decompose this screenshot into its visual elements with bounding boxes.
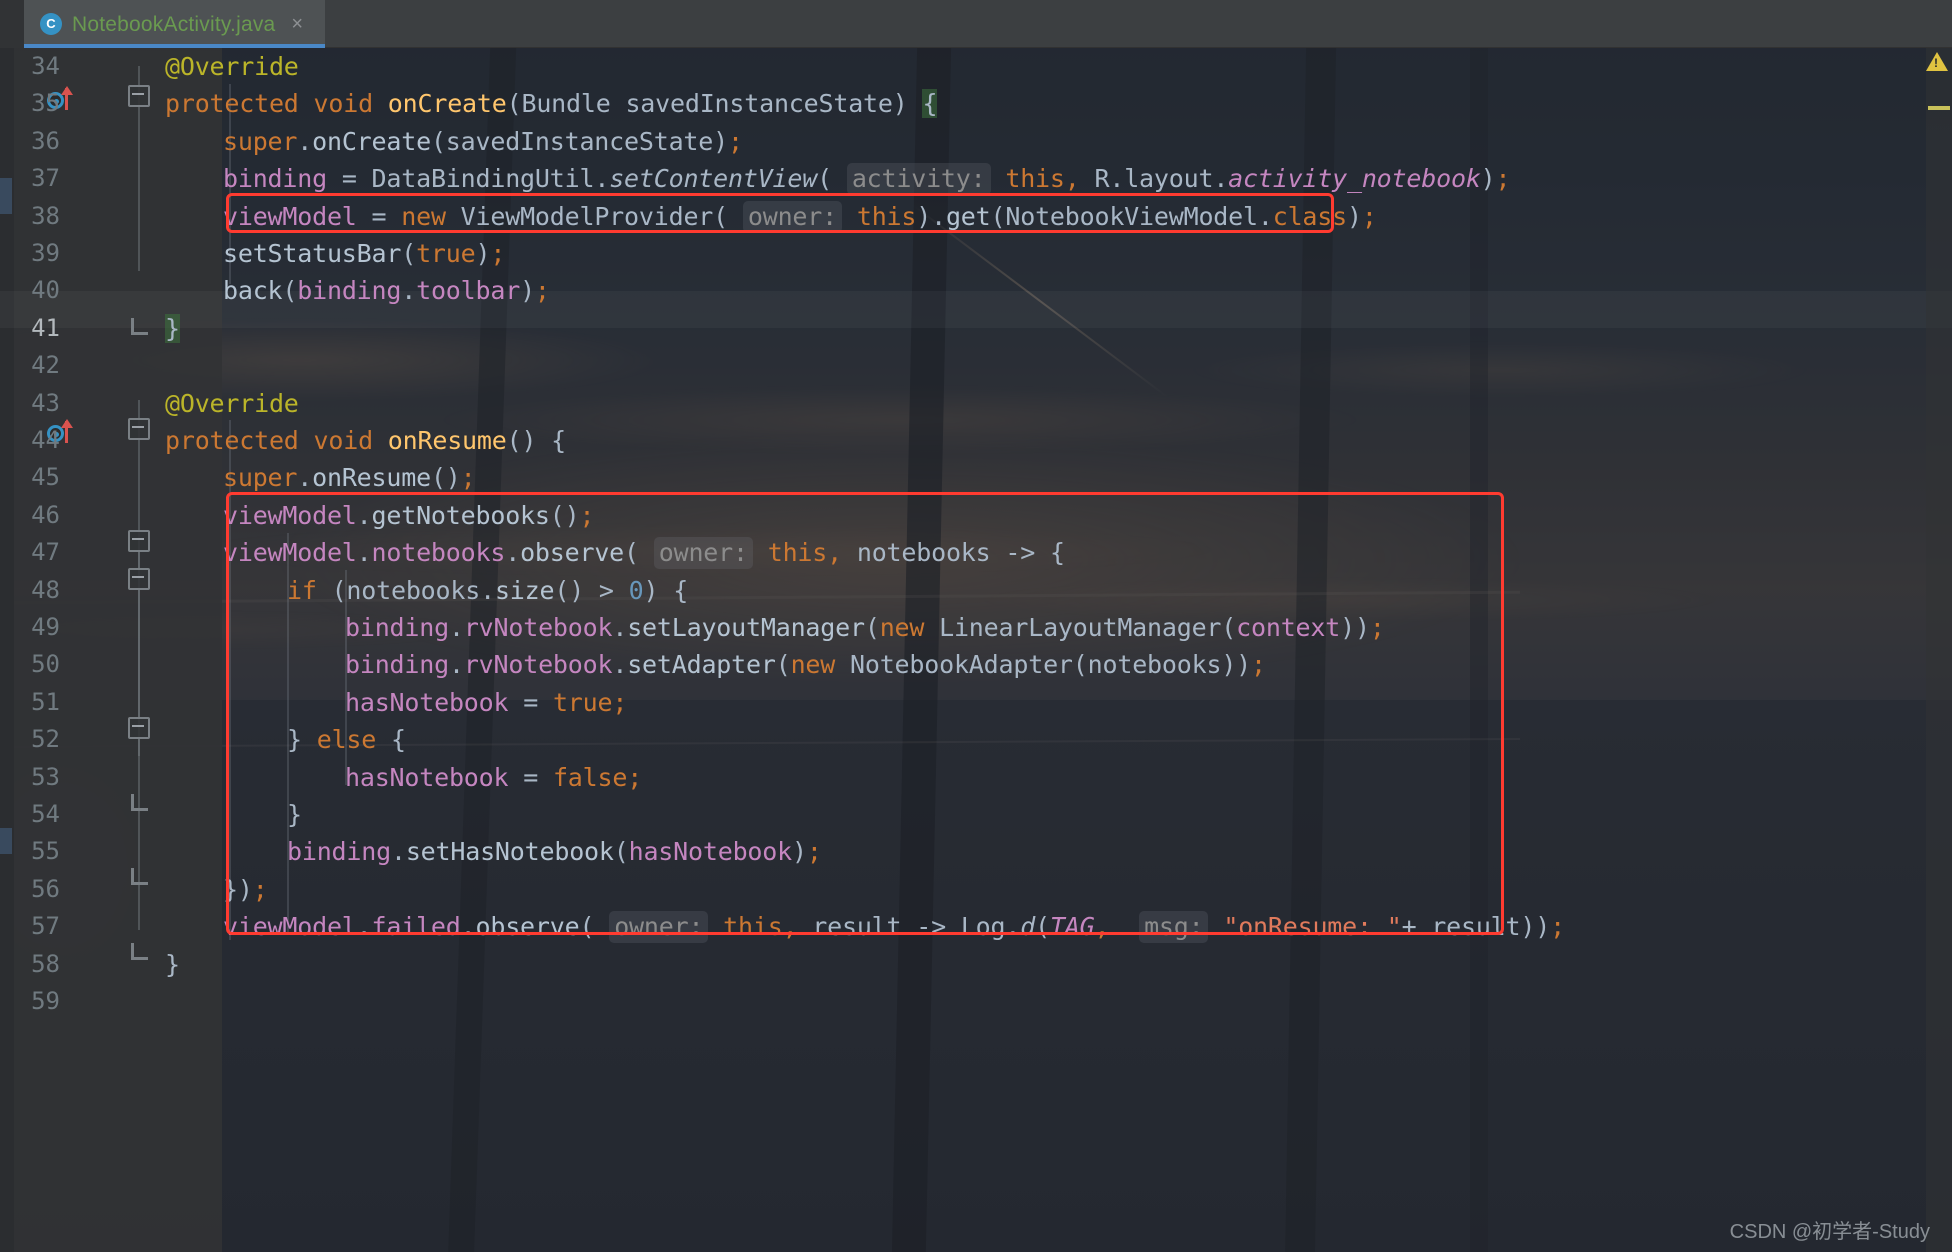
line-number: 39 xyxy=(31,239,60,267)
code-line-48[interactable]: if (notebooks.size() > 0) { xyxy=(287,572,688,609)
watermark: CSDN @初学者-Study xyxy=(1729,1221,1930,1243)
line-number: 41 xyxy=(31,313,60,342)
line-number: 36 xyxy=(31,126,60,155)
line-number: 48 xyxy=(31,575,60,604)
code-line-57[interactable]: viewModel.failed.observe( owner: this, r… xyxy=(223,908,1565,945)
fold-toggle-icon[interactable] xyxy=(128,717,150,739)
line-number: 47 xyxy=(31,538,60,567)
line-number: 52 xyxy=(31,725,60,754)
code-line-43[interactable]: @Override xyxy=(165,385,299,422)
line-number: 44 xyxy=(31,426,60,454)
fold-toggle-icon[interactable] xyxy=(128,418,150,440)
code-line-41[interactable]: } xyxy=(165,310,180,347)
code-line-55[interactable]: binding.setHasNotebook(hasNotebook); xyxy=(287,833,822,870)
line-number: 51 xyxy=(31,687,60,716)
code-line-39[interactable]: setStatusBar(true); xyxy=(223,235,505,272)
code-line-46[interactable]: viewModel.getNotebooks(); xyxy=(223,497,595,534)
line-number: 45 xyxy=(31,463,60,492)
code-editor[interactable]: 34 35 36 37 38 39 40 41 42 43 44 45 46 4… xyxy=(0,48,1952,1252)
tab-title: NotebookActivity.java xyxy=(72,12,276,36)
warning-triangle-icon[interactable] xyxy=(1926,52,1948,71)
code-line-35[interactable]: protected void onCreate(Bundle savedInst… xyxy=(165,85,938,122)
line-number: 53 xyxy=(31,762,60,791)
code-line-38[interactable]: viewModel = new ViewModelProvider( owner… xyxy=(223,198,1377,235)
code-line-51[interactable]: hasNotebook = true; xyxy=(345,684,627,721)
line-number: 56 xyxy=(31,874,60,903)
code-line-40[interactable]: back(binding.toolbar); xyxy=(223,272,550,309)
line-number: 35 xyxy=(31,89,60,118)
code-line-37[interactable]: binding = DataBindingUtil.setContentView… xyxy=(223,160,1511,197)
code-line-44[interactable]: protected void onResume() { xyxy=(165,422,566,459)
code-line-47[interactable]: viewModel.notebooks.observe( owner: this… xyxy=(223,534,1065,571)
code-line-58[interactable]: } xyxy=(165,946,180,983)
line-number: 59 xyxy=(31,987,60,1015)
line-number: 42 xyxy=(31,351,60,380)
stripe-warning-mark[interactable] xyxy=(1928,106,1950,110)
fold-toggle-icon[interactable] xyxy=(128,568,150,590)
code-line-56[interactable]: }); xyxy=(223,871,268,908)
java-class-icon: C xyxy=(40,13,62,35)
line-number: 34 xyxy=(31,52,60,80)
code-line-53[interactable]: hasNotebook = false; xyxy=(345,759,642,796)
editor-tab-bar: C NotebookActivity.java × xyxy=(0,0,1952,48)
error-stripe-scrollbar[interactable] xyxy=(1926,48,1952,1252)
line-number: 58 xyxy=(31,949,60,978)
code-line-34[interactable]: @Override xyxy=(165,48,299,85)
line-number: 50 xyxy=(31,650,60,679)
line-number: 40 xyxy=(31,276,60,305)
line-number: 46 xyxy=(31,500,60,529)
line-number: 43 xyxy=(31,388,60,417)
code-line-49[interactable]: binding.rvNotebook.setLayoutManager(new … xyxy=(345,609,1385,646)
fold-toggle-icon[interactable] xyxy=(128,85,150,107)
line-number: 49 xyxy=(31,613,60,641)
line-number: 55 xyxy=(31,837,60,866)
line-number: 54 xyxy=(31,800,60,828)
fold-end-icon[interactable] xyxy=(129,866,149,885)
close-icon[interactable]: × xyxy=(291,14,303,34)
code-line-52[interactable]: } else { xyxy=(287,721,406,758)
ide-window: C NotebookActivity.java × 34 35 36 37 38… xyxy=(0,0,1952,1252)
fold-end-icon[interactable] xyxy=(129,792,149,811)
editor-tab-notebookactivity[interactable]: C NotebookActivity.java × xyxy=(24,0,325,48)
tab-active-underline xyxy=(24,44,325,48)
code-line-54[interactable]: } xyxy=(287,796,302,833)
line-number: 37 xyxy=(31,164,60,193)
line-number: 38 xyxy=(31,201,60,230)
code-line-36[interactable]: super.onCreate(savedInstanceState); xyxy=(223,123,743,160)
fold-end-icon[interactable] xyxy=(129,316,149,335)
code-line-50[interactable]: binding.rvNotebook.setAdapter(new Notebo… xyxy=(345,646,1266,683)
code-line-45[interactable]: super.onResume(); xyxy=(223,459,476,496)
fold-end-icon[interactable] xyxy=(129,941,149,960)
tab-bar-left-edge xyxy=(0,0,24,48)
line-number: 57 xyxy=(31,912,60,941)
fold-toggle-icon[interactable] xyxy=(128,530,150,552)
